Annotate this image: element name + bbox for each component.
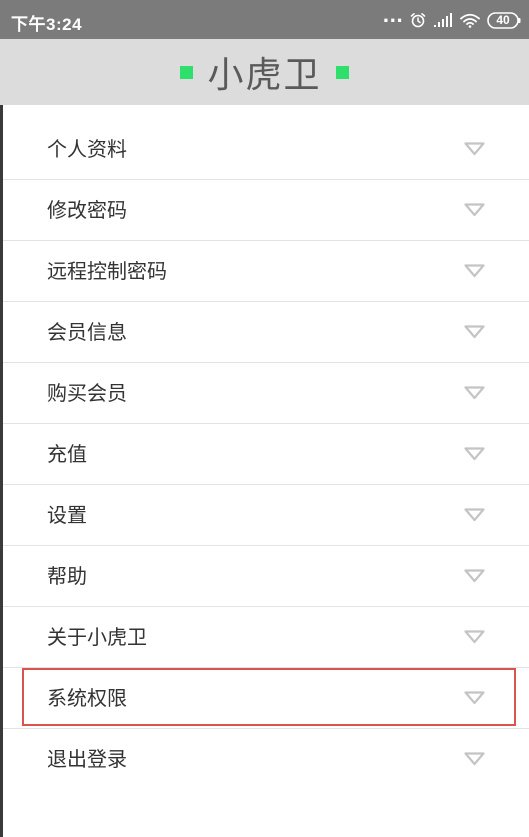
menu-item-recharge[interactable]: 充值 (3, 424, 529, 485)
menu-item-change-password[interactable]: 修改密码 (3, 180, 529, 241)
chevron-down-icon (464, 141, 485, 157)
menu-item-label: 充值 (47, 442, 87, 466)
title-bar: 小虎卫 (0, 39, 529, 105)
wifi-icon (460, 13, 480, 28)
title-decoration-left (180, 65, 194, 79)
menu-item-label: 设置 (47, 503, 87, 527)
battery-level: 40 (496, 12, 510, 27)
signal-icon (433, 12, 453, 28)
title-decoration-right (335, 65, 349, 79)
chevron-down-icon (464, 568, 485, 584)
menu-item-profile[interactable]: 个人资料 (3, 119, 529, 180)
chevron-down-icon (464, 263, 485, 279)
alarm-icon (410, 12, 426, 28)
chevron-down-icon (464, 446, 485, 462)
menu-item-settings[interactable]: 设置 (3, 485, 529, 546)
menu-item-about[interactable]: 关于小虎卫 (3, 607, 529, 668)
menu-item-remote-control-password[interactable]: 远程控制密码 (3, 241, 529, 302)
menu-item-label: 退出登录 (47, 747, 127, 771)
menu-item-help[interactable]: 帮助 (3, 546, 529, 607)
chevron-down-icon (464, 202, 485, 218)
chevron-down-icon (464, 324, 485, 340)
chevron-down-icon (464, 751, 485, 767)
menu-item-label: 关于小虎卫 (47, 625, 147, 649)
status-icons: ... 40 (382, 8, 521, 32)
menu-item-buy-membership[interactable]: 购买会员 (3, 363, 529, 424)
highlight-box (22, 668, 516, 726)
status-time: 下午3:24 (11, 15, 83, 34)
menu-item-label: 远程控制密码 (47, 259, 167, 283)
chevron-down-icon (464, 629, 485, 645)
menu-item-label: 个人资料 (47, 137, 127, 161)
menu-item-membership-info[interactable]: 会员信息 (3, 302, 529, 363)
menu-item-label: 会员信息 (47, 320, 127, 344)
battery-icon: 40 (487, 11, 521, 29)
chevron-down-icon (464, 385, 485, 401)
menu-item-label: 帮助 (47, 564, 87, 588)
menu-item-logout[interactable]: 退出登录 (3, 729, 529, 790)
status-bar: 下午3:24 ... 40 (0, 0, 529, 39)
menu-item-label: 修改密码 (47, 198, 127, 222)
chevron-down-icon (464, 507, 485, 523)
menu-item-label: 购买会员 (47, 381, 127, 405)
page-title: 小虎卫 (207, 55, 322, 96)
notification-dots: ... (382, 6, 403, 27)
